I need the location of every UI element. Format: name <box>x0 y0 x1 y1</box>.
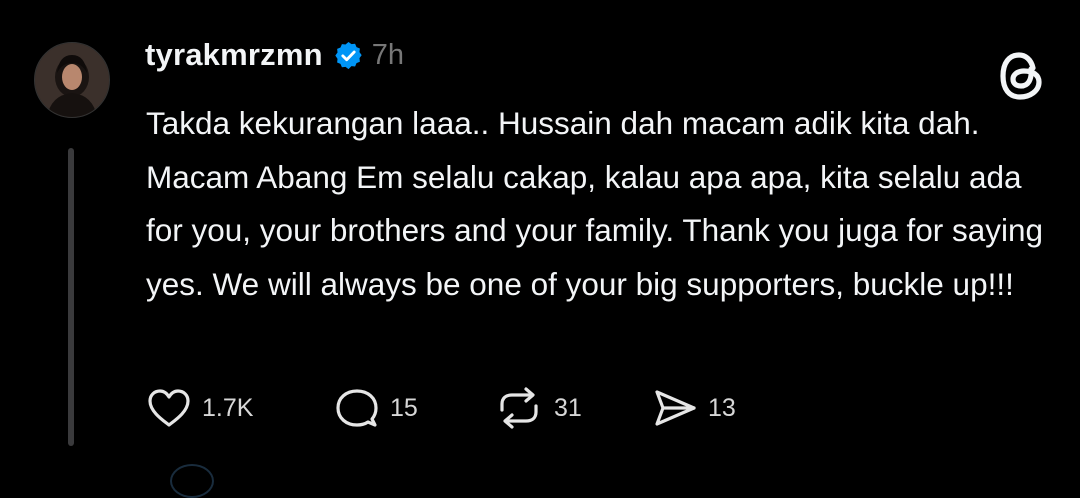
share-count: 13 <box>708 393 736 422</box>
post-timestamp: 7h <box>371 38 405 71</box>
heart-icon <box>146 386 192 430</box>
author-username[interactable]: tyrakmrzmn <box>145 37 323 73</box>
next-post-avatar-edge <box>170 464 214 498</box>
thread-connector-line <box>68 148 74 446</box>
post-header: tyrakmrzmn 7h <box>145 32 404 78</box>
profile-photo <box>35 43 109 117</box>
reply-count: 15 <box>390 393 418 422</box>
author-avatar[interactable] <box>34 42 110 118</box>
repost-button[interactable]: 31 <box>494 385 582 431</box>
reply-button[interactable]: 15 <box>334 385 418 431</box>
repost-icon <box>494 386 544 430</box>
post-actions-bar: 1.7K 15 31 13 <box>146 385 846 431</box>
thread-post: tyrakmrzmn 7h Takda kekurangan laaa.. Hu… <box>0 0 1080 498</box>
like-button[interactable]: 1.7K <box>146 385 253 431</box>
threads-logo-icon[interactable] <box>998 48 1046 104</box>
comment-bubble-icon <box>334 386 380 430</box>
share-button[interactable]: 13 <box>652 385 736 431</box>
post-body-text: Takda kekurangan laaa.. Hussain dah maca… <box>146 105 1044 302</box>
send-icon <box>652 386 698 430</box>
verified-badge-icon <box>333 40 364 71</box>
like-count: 1.7K <box>202 393 254 422</box>
repost-count: 31 <box>554 393 582 422</box>
